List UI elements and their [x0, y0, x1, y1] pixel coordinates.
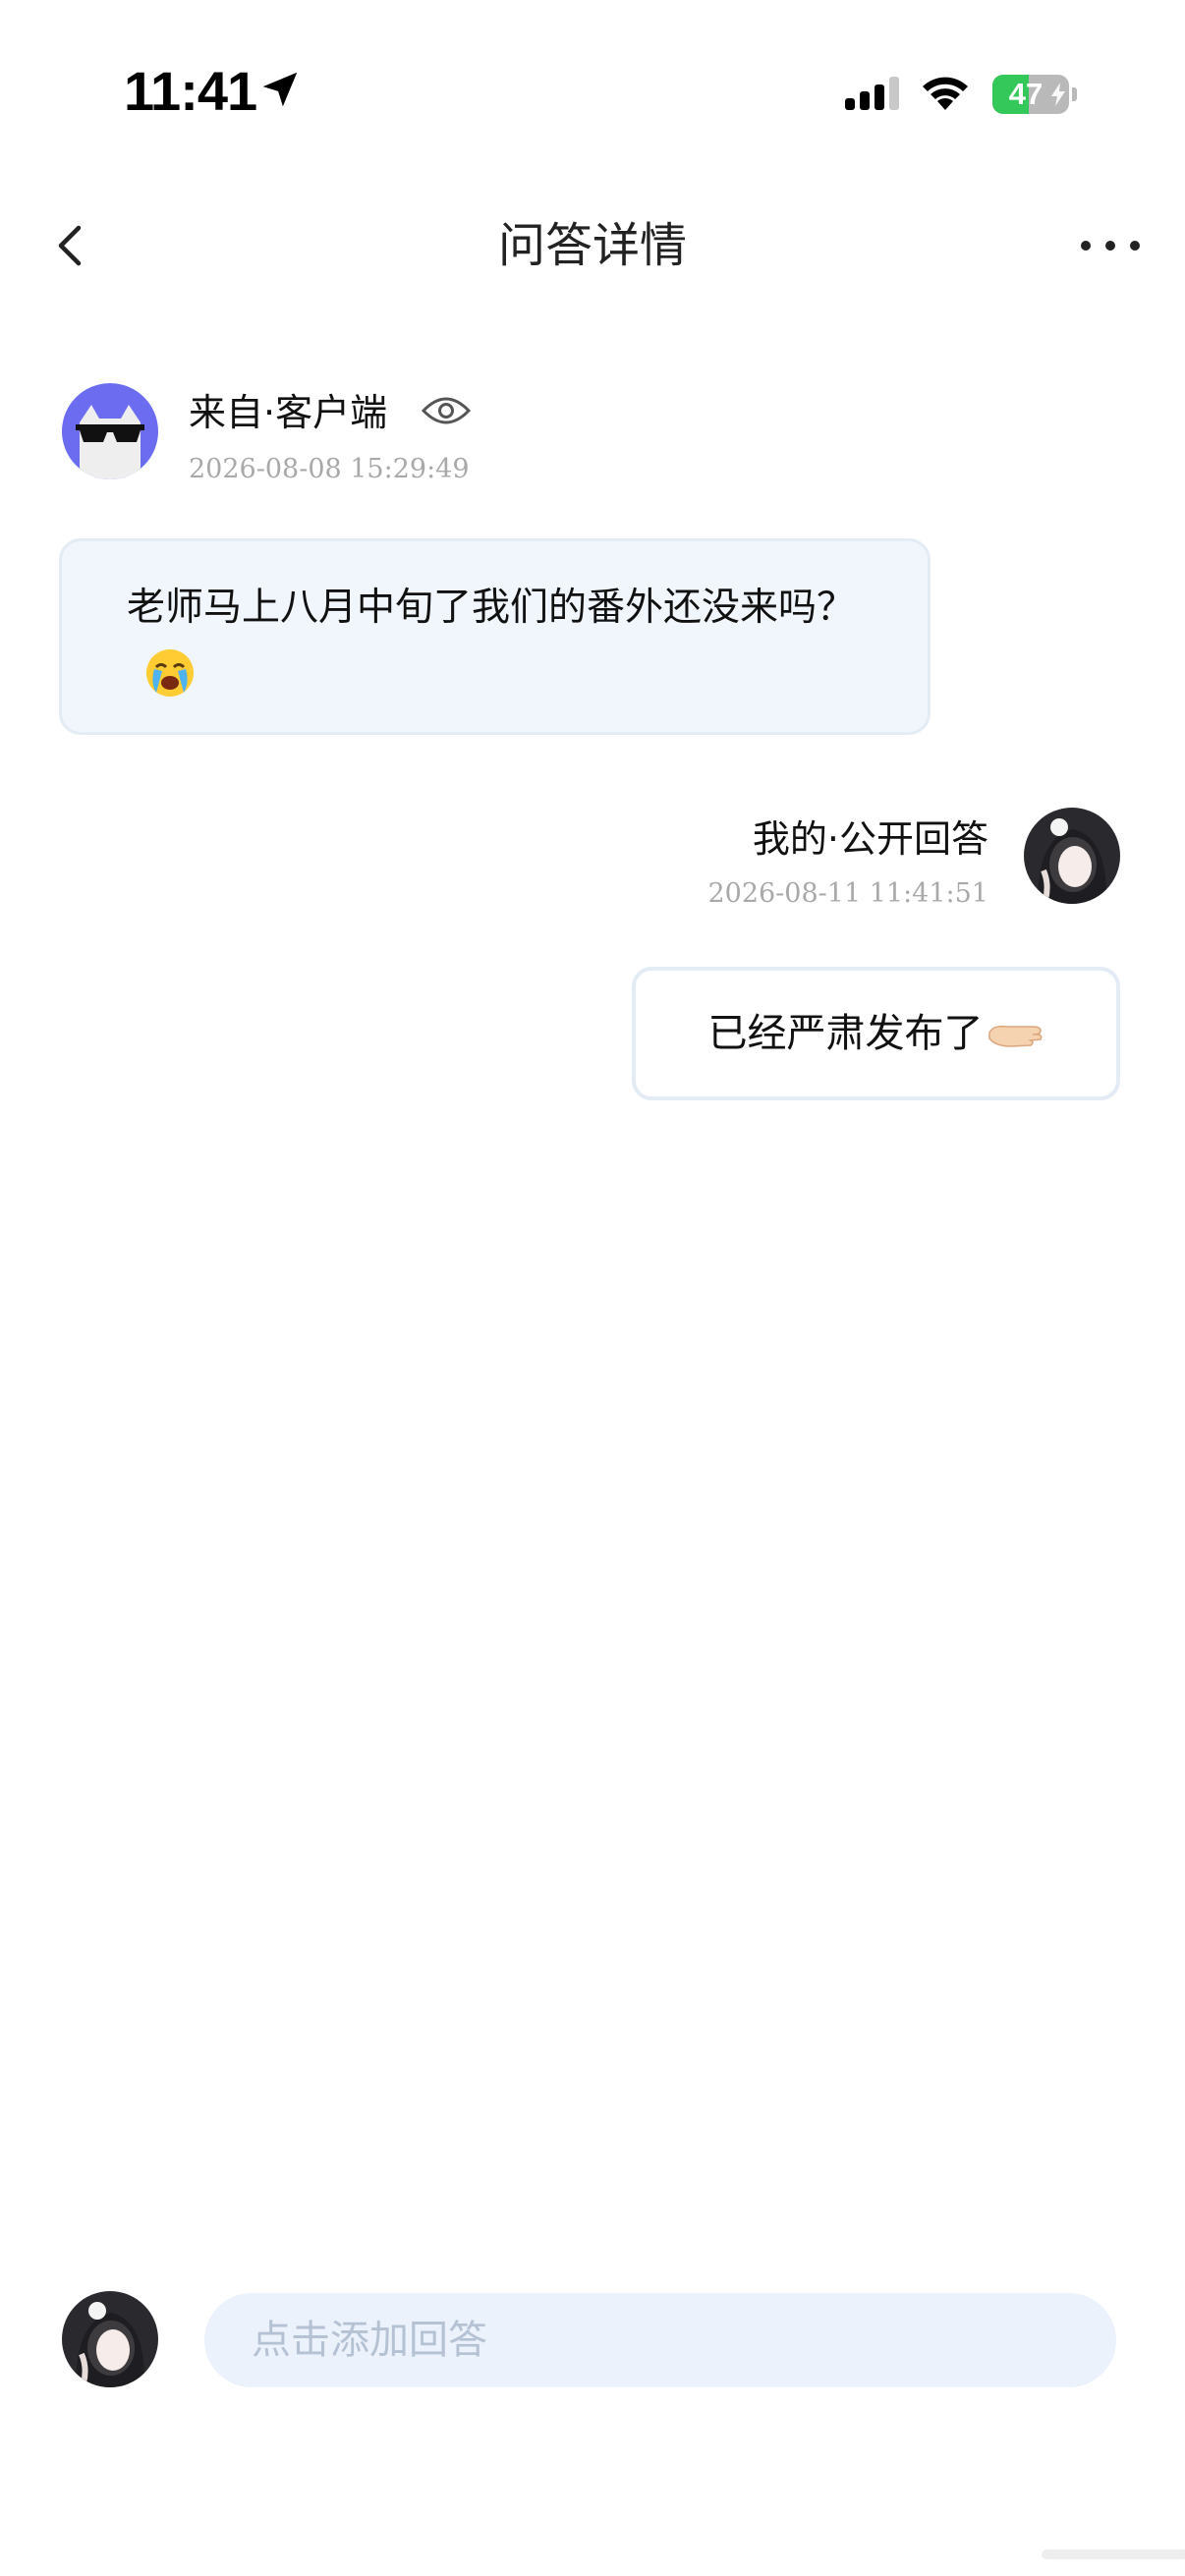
- question-source-label: 来自·客户端: [189, 391, 388, 434]
- current-user-avatar[interactable]: [62, 2291, 158, 2387]
- question-bubble: 老师马上八月中旬了我们的番外还没来吗？: [59, 538, 931, 735]
- answer-bubble: 已经严肃发布了: [632, 967, 1120, 1100]
- add-answer-input[interactable]: [204, 2293, 1116, 2387]
- palm-down-hand-emoji-icon: [988, 1025, 1042, 1047]
- home-indicator: [1042, 2549, 1185, 2559]
- battery-percent: 47: [1008, 77, 1044, 111]
- eye-icon[interactable]: [421, 391, 472, 430]
- battery-cap: [1072, 87, 1077, 101]
- wifi-icon: [923, 77, 968, 110]
- profile-photo-icon: [1024, 808, 1120, 904]
- charging-bolt-icon: [1051, 83, 1065, 106]
- page-title: 问答详情: [497, 218, 687, 273]
- answer-text: 已经严肃发布了: [707, 1011, 984, 1056]
- profile-photo-icon: [62, 2291, 158, 2387]
- cat-sunglasses-icon: [62, 383, 158, 479]
- question-timestamp: 2026-08-08 15:29:49: [189, 454, 470, 484]
- battery-indicator: 47: [992, 75, 1069, 114]
- answer-timestamp: 2026-08-11 11:41:51: [707, 878, 988, 909]
- location-arrow-icon: [262, 72, 298, 107]
- asker-avatar[interactable]: [62, 383, 158, 479]
- answerer-avatar[interactable]: [1024, 808, 1120, 904]
- question-text: 老师马上八月中旬了我们的番外还没来吗？: [127, 586, 856, 630]
- qa-detail-screen: 11:41 47 问答详情 来自·客户端 2026-08-08 15:29:49…: [0, 0, 1185, 2576]
- crying-face-emoji-icon: [146, 648, 194, 697]
- more-options-icon[interactable]: [1076, 226, 1145, 265]
- status-time: 11:41: [124, 60, 257, 122]
- answer-author-label: 我的·公开回答: [752, 817, 988, 861]
- status-bar: 11:41 47: [0, 0, 1185, 187]
- cellular-signal-icon: [845, 77, 899, 110]
